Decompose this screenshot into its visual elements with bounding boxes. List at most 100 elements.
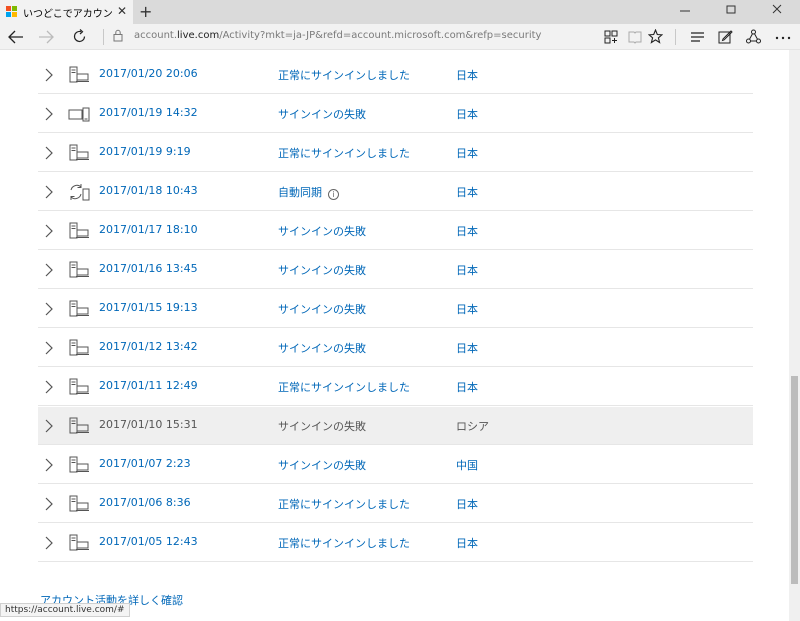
activity-status-text: 正常にサインインしました <box>278 147 410 160</box>
activity-location[interactable]: 日本 <box>456 106 478 122</box>
activity-status[interactable]: 正常にサインインしました <box>278 379 410 395</box>
chevron-right-icon[interactable] <box>42 107 56 121</box>
chevron-right-icon[interactable] <box>42 380 56 394</box>
scrollbar-thumb[interactable] <box>791 376 798 584</box>
chevron-right-icon[interactable] <box>42 68 56 82</box>
activity-location[interactable]: 日本 <box>456 67 478 83</box>
activity-status[interactable]: サインインの失敗 <box>278 223 366 239</box>
activity-status[interactable]: 正常にサインインしました <box>278 535 410 551</box>
activity-location[interactable]: 日本 <box>456 301 478 317</box>
activity-date[interactable]: 2017/01/10 15:31 <box>99 418 198 431</box>
activity-status[interactable]: サインインの失敗 <box>278 301 366 317</box>
activity-status[interactable]: サインインの失敗 <box>278 262 366 278</box>
activity-date[interactable]: 2017/01/12 13:42 <box>99 340 198 353</box>
activity-status-text: サインインの失敗 <box>278 108 366 121</box>
share-icon[interactable] <box>746 29 761 44</box>
chevron-right-icon[interactable] <box>42 146 56 160</box>
activity-row[interactable]: 2017/01/06 8:36 正常にサインインしました 日本 <box>38 485 753 523</box>
chevron-right-icon[interactable] <box>42 224 56 238</box>
activity-status[interactable]: サインインの失敗 <box>278 418 366 434</box>
activity-row[interactable]: 2017/01/11 12:49 正常にサインインしました 日本 <box>38 368 753 406</box>
maximize-button[interactable] <box>708 3 754 17</box>
activity-status[interactable]: 自動同期 i <box>278 184 339 200</box>
activity-row[interactable]: 2017/01/19 14:32 サインインの失敗 日本 <box>38 95 753 133</box>
activity-location[interactable]: ロシア <box>456 418 489 434</box>
activity-date[interactable]: 2017/01/20 20:06 <box>99 67 198 80</box>
chevron-right-icon[interactable] <box>42 536 56 550</box>
activity-date[interactable]: 2017/01/06 8:36 <box>99 496 191 509</box>
chevron-right-icon[interactable] <box>42 341 56 355</box>
activity-status-text: 正常にサインインしました <box>278 498 410 511</box>
activity-location[interactable]: 日本 <box>456 379 478 395</box>
desktop-device-icon <box>69 339 89 356</box>
reading-view-icon[interactable] <box>628 30 642 44</box>
activity-row[interactable]: 2017/01/17 18:10 サインインの失敗 日本 <box>38 212 753 250</box>
minimize-button[interactable] <box>662 3 708 17</box>
browser-tab[interactable]: いつどこでアカウントを使った ✕ <box>0 0 133 24</box>
chevron-right-icon[interactable] <box>42 458 56 472</box>
vertical-scrollbar[interactable] <box>789 50 800 621</box>
close-window-button[interactable] <box>754 3 800 17</box>
forward-arrow-icon[interactable] <box>38 30 54 44</box>
favorite-star-icon[interactable] <box>648 29 663 44</box>
maximize-icon <box>726 5 736 14</box>
chevron-right-icon[interactable] <box>42 497 56 511</box>
activity-location[interactable]: 日本 <box>456 184 478 200</box>
activity-row[interactable]: 2017/01/19 9:19 正常にサインインしました 日本 <box>38 134 753 172</box>
activity-date[interactable]: 2017/01/19 14:32 <box>99 106 198 119</box>
chevron-right-icon[interactable] <box>42 302 56 316</box>
activity-date[interactable]: 2017/01/17 18:10 <box>99 223 198 236</box>
activity-status[interactable]: サインインの失敗 <box>278 106 366 122</box>
reading-view-extension-icon[interactable] <box>604 30 618 44</box>
activity-row[interactable]: 2017/01/18 10:43 自動同期 i 日本 <box>38 173 753 211</box>
activity-location[interactable]: 日本 <box>456 262 478 278</box>
activity-date[interactable]: 2017/01/07 2:23 <box>99 457 191 470</box>
activity-row[interactable]: 2017/01/20 20:06 正常にサインインしました 日本 <box>38 56 753 94</box>
desktop-device-icon <box>69 144 89 161</box>
activity-status[interactable]: 正常にサインインしました <box>278 496 410 512</box>
refresh-icon[interactable] <box>72 29 87 44</box>
activity-date[interactable]: 2017/01/18 10:43 <box>99 184 198 197</box>
activity-location[interactable]: 日本 <box>456 496 478 512</box>
toolbar-divider <box>675 29 676 45</box>
activity-status[interactable]: 正常にサインインしました <box>278 145 410 161</box>
activity-status[interactable]: 正常にサインインしました <box>278 67 410 83</box>
desktop-device-icon <box>69 261 89 278</box>
lock-icon[interactable] <box>113 29 123 42</box>
url-field[interactable]: account.live.com/Activity?mkt=ja-JP&refd… <box>134 30 541 41</box>
tab-close-button[interactable]: ✕ <box>117 4 127 18</box>
chevron-right-icon[interactable] <box>42 419 56 433</box>
activity-status[interactable]: サインインの失敗 <box>278 457 366 473</box>
activity-date[interactable]: 2017/01/11 12:49 <box>99 379 198 392</box>
activity-location[interactable]: 中国 <box>456 457 478 473</box>
activity-row[interactable]: 2017/01/05 12:43 正常にサインインしました 日本 <box>38 524 753 562</box>
title-bar: いつどこでアカウントを使った ✕ + <box>0 0 800 24</box>
desktop-device-icon <box>69 456 89 473</box>
activity-row[interactable]: 2017/01/07 2:23 サインインの失敗 中国 <box>38 446 753 484</box>
activity-location[interactable]: 日本 <box>456 340 478 356</box>
info-icon[interactable]: i <box>328 189 339 200</box>
activity-row[interactable]: 2017/01/16 13:45 サインインの失敗 日本 <box>38 251 753 289</box>
chevron-right-icon[interactable] <box>42 263 56 277</box>
activity-location[interactable]: 日本 <box>456 145 478 161</box>
activity-row[interactable]: 2017/01/10 15:31 サインインの失敗 ロシア <box>38 407 753 445</box>
hub-icon[interactable] <box>690 31 705 43</box>
activity-row[interactable]: 2017/01/12 13:42 サインインの失敗 日本 <box>38 329 753 367</box>
activity-row[interactable]: 2017/01/15 19:13 サインインの失敗 日本 <box>38 290 753 328</box>
web-note-icon[interactable] <box>718 29 733 44</box>
activity-date[interactable]: 2017/01/16 13:45 <box>99 262 198 275</box>
activity-status-text: サインインの失敗 <box>278 459 366 472</box>
more-icon[interactable] <box>775 36 791 40</box>
activity-status[interactable]: サインインの失敗 <box>278 340 366 356</box>
activity-status-text: 自動同期 <box>278 186 322 199</box>
chevron-right-icon[interactable] <box>42 185 56 199</box>
activity-status-text: サインインの失敗 <box>278 303 366 316</box>
url-prefix: account. <box>134 30 178 41</box>
activity-date[interactable]: 2017/01/15 19:13 <box>99 301 198 314</box>
activity-location[interactable]: 日本 <box>456 535 478 551</box>
activity-date[interactable]: 2017/01/05 12:43 <box>99 535 198 548</box>
activity-date[interactable]: 2017/01/19 9:19 <box>99 145 191 158</box>
new-tab-button[interactable]: + <box>139 2 152 21</box>
activity-location[interactable]: 日本 <box>456 223 478 239</box>
back-arrow-icon[interactable] <box>8 30 24 44</box>
